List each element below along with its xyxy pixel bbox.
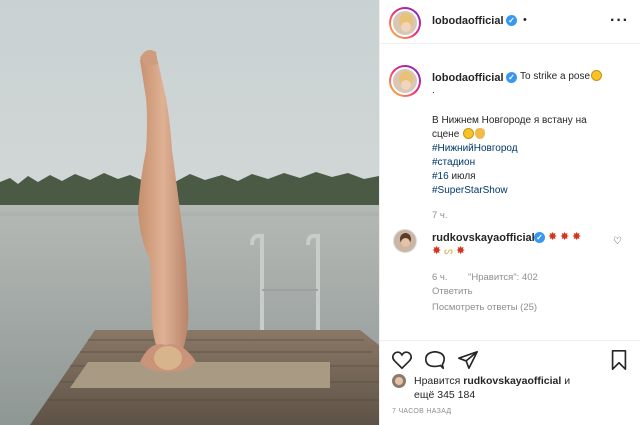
liker-avatar[interactable]	[392, 374, 406, 388]
post-actions	[380, 340, 640, 376]
post-header: lobodaofficial ✓ • ···	[380, 0, 640, 44]
commenter-username[interactable]: rudkovskayaofficial	[432, 232, 535, 244]
caption-time[interactable]: 7 ч.	[432, 210, 448, 221]
comments-area: lobodaofficial ✓ To strike a pose . В Ни…	[380, 44, 640, 330]
comment-likes-count[interactable]: "Нравится": 402	[468, 272, 538, 283]
verified-badge-icon: ✓	[506, 15, 517, 26]
post-photo[interactable]	[0, 0, 379, 425]
caption-line-2: сцене	[432, 128, 486, 142]
paper-plane-icon[interactable]	[457, 349, 479, 371]
comment-icon[interactable]	[424, 349, 446, 371]
hashtag-link[interactable]: #SuperStarShow	[432, 184, 508, 198]
post-side-panel: lobodaofficial ✓ • ··· lobodaofficial ✓ …	[379, 0, 640, 425]
comment-emojis-line-1: ✸ ✸ ✸	[548, 231, 582, 243]
likes-count[interactable]: ещё 345 184	[414, 389, 475, 401]
grinning-face-emoji-icon	[463, 128, 475, 139]
post-timestamp[interactable]: 7 ЧАСОВ НАЗАД	[392, 408, 451, 415]
author-username[interactable]: lobodaofficial	[432, 15, 504, 27]
commenter-avatar[interactable]	[393, 229, 417, 253]
hashtag-link[interactable]: #16	[432, 171, 449, 182]
comment-emojis-line-2: ✸ ᔕ ✸	[432, 245, 466, 258]
comment-time[interactable]: 6 ч.	[432, 272, 448, 283]
grinning-face-emoji-icon	[591, 70, 603, 81]
caption-date-line: #16 июля	[432, 171, 476, 182]
photo-image	[0, 0, 379, 425]
likes-line-1: Нравится rudkovskayaofficial и	[414, 375, 571, 387]
caption-author-avatar[interactable]	[389, 65, 421, 97]
caption-author-username[interactable]: lobodaofficial	[432, 72, 504, 84]
hashtag-link[interactable]: #стадион	[432, 156, 475, 170]
caption-line-1: В Нижнем Новгороде я встану на	[432, 115, 587, 126]
reply-link[interactable]: Ответить	[432, 286, 473, 297]
verified-badge-icon: ✓	[534, 232, 545, 243]
author-avatar[interactable]	[389, 7, 421, 39]
caption-text: To strike a pose	[520, 70, 603, 84]
header-separator-dot: •	[523, 14, 527, 26]
liker-username[interactable]: rudkovskayaofficial	[463, 375, 561, 387]
view-replies-link[interactable]: Посмотреть ответы (25)	[432, 302, 537, 313]
bookmark-icon[interactable]	[608, 349, 630, 371]
comment-like-heart-icon[interactable]: ♡	[613, 236, 622, 247]
likes-summary: Нравится rudkovskayaofficial и ещё 345 1…	[380, 372, 640, 404]
more-horizontal-icon[interactable]: ···	[610, 12, 629, 30]
verified-badge-icon: ✓	[506, 72, 517, 83]
ok-hand-emoji-icon	[475, 128, 486, 139]
heart-icon[interactable]	[391, 349, 413, 371]
caption-dot-line: .	[432, 85, 435, 96]
hashtag-link[interactable]: #НижнийНовгород	[432, 142, 518, 156]
